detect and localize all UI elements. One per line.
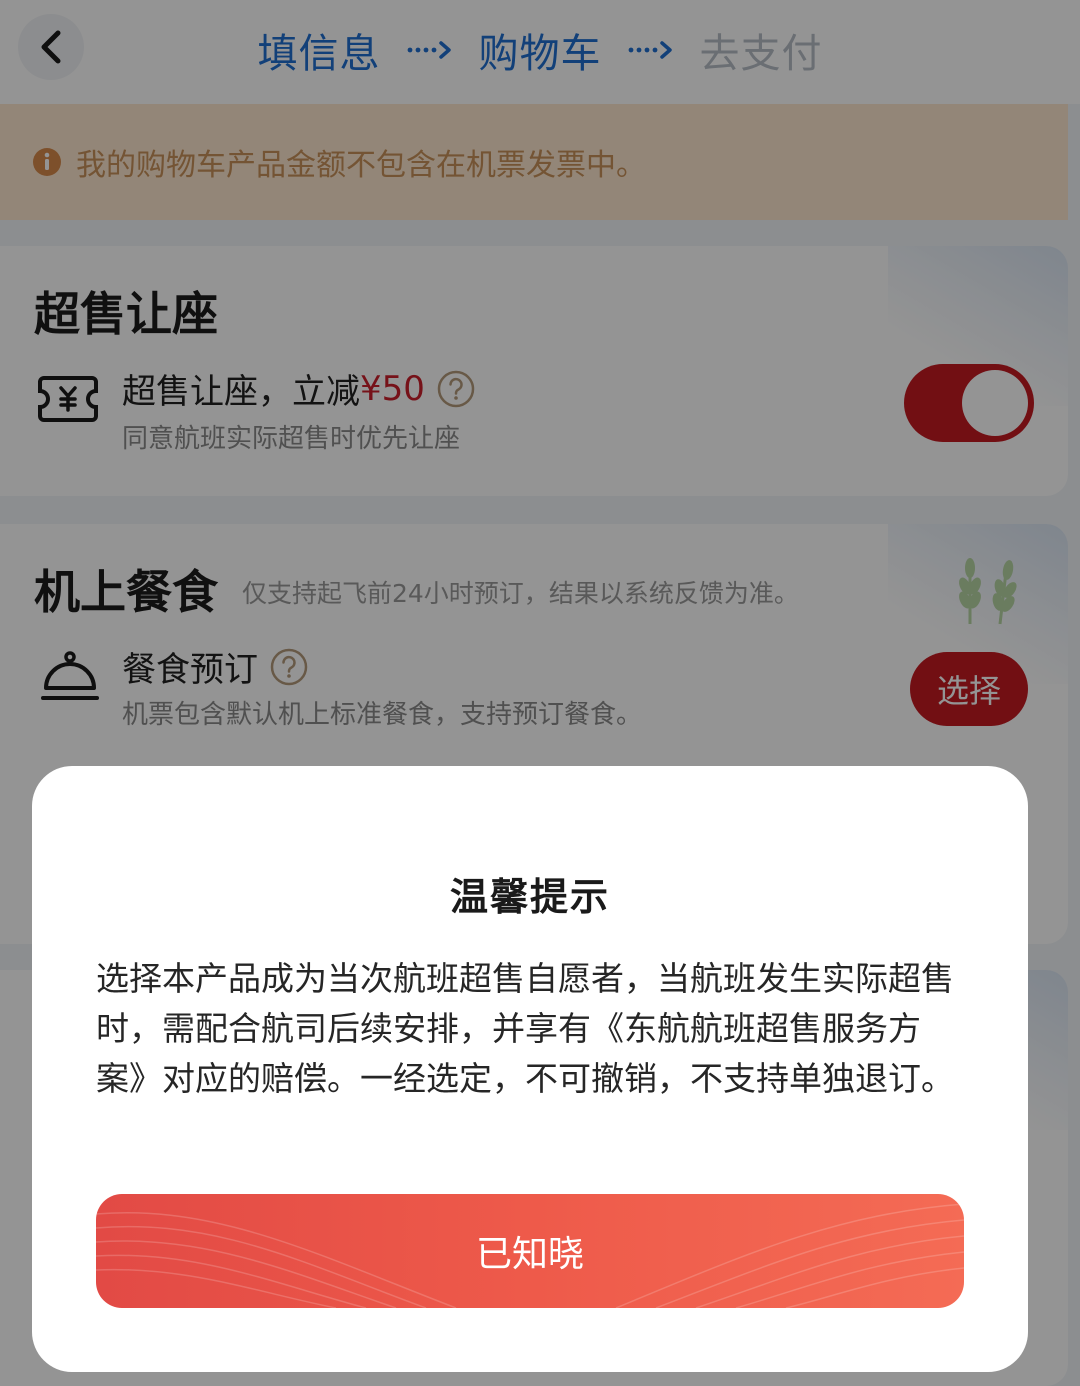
- cart-page: 填信息 购物车 去支付 我的购物车产品金额不包含在机票发票中。 超售让座 超售让…: [0, 0, 1080, 1386]
- reminder-modal: 温馨提示 选择本产品成为当次航班超售自愿者，当航班发生实际超售时，需配合航司后续…: [32, 766, 1028, 1372]
- acknowledge-button-label: 已知晓: [475, 1234, 584, 1275]
- acknowledge-button[interactable]: 已知晓: [96, 1194, 964, 1308]
- modal-title: 温馨提示: [449, 875, 610, 919]
- modal-body: 选择本产品成为当次航班超售自愿者，当航班发生实际超售时，需配合航司后续安排，并享…: [96, 959, 954, 1098]
